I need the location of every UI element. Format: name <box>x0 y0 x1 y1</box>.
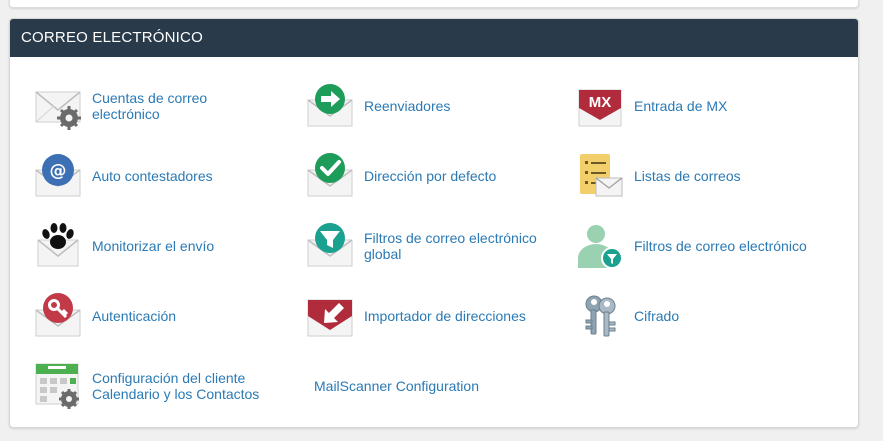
email-accounts-icon <box>35 91 81 130</box>
default-address-link[interactable]: Dirección por defecto <box>306 151 556 201</box>
track-delivery-icon <box>37 223 79 267</box>
calendar-contacts-icon <box>35 363 79 409</box>
calendar-contacts-link[interactable]: Configuración del cliente Calendario y l… <box>34 361 274 411</box>
address-importer-icon <box>307 299 353 337</box>
mx-entry-label: Entrada de MX <box>634 98 728 114</box>
email-filters-link[interactable]: Filtros de correo electrónico <box>576 221 846 271</box>
forwarders-link[interactable]: Reenviadores <box>306 81 556 131</box>
global-email-filters-icon <box>307 223 353 267</box>
global-email-filters-link[interactable]: Filtros de correo electrónico global <box>306 221 556 271</box>
address-importer-label: Importador de direcciones <box>364 308 526 324</box>
previous-panel-edge <box>9 0 859 8</box>
track-delivery-link[interactable]: Monitorizar el envío <box>34 221 274 271</box>
authentication-icon <box>35 293 81 337</box>
autoresponders-link[interactable]: @ Auto contestadores <box>34 151 274 201</box>
authentication-label: Autenticación <box>92 308 177 324</box>
mailscanner-configuration-link[interactable]: MailScanner Configuration <box>314 361 564 411</box>
forwarders-label: Reenviadores <box>364 98 451 114</box>
email-filters-label: Filtros de correo electrónico <box>634 238 807 254</box>
mailing-lists-link[interactable]: Listas de correos <box>576 151 846 201</box>
section-title: CORREO ELECTRÓNICO <box>10 19 858 57</box>
track-delivery-label: Monitorizar el envío <box>92 238 215 254</box>
autoresponders-label: Auto contestadores <box>92 168 213 184</box>
at-glyph: @ <box>50 161 67 181</box>
mx-entry-link[interactable]: MX Entrada de MX <box>576 81 846 131</box>
mailing-lists-icon <box>580 154 623 197</box>
calendar-contacts-label: Configuración del cliente Calendario y l… <box>92 370 260 402</box>
authentication-link[interactable]: Autenticación <box>34 291 274 341</box>
email-accounts-link[interactable]: Cuentas de correo electrónico <box>34 81 274 131</box>
forwarders-icon <box>307 84 353 127</box>
mailing-lists-label: Listas de correos <box>634 168 741 184</box>
autoresponders-icon: @ <box>35 154 81 197</box>
global-email-filters-label: Filtros de correo electrónico global <box>364 230 537 262</box>
address-importer-link[interactable]: Importador de direcciones <box>306 291 556 341</box>
mx-glyph: MX <box>589 94 612 111</box>
default-address-label: Dirección por defecto <box>364 168 497 184</box>
email-accounts-label: Cuentas de correo electrónico <box>92 90 208 122</box>
mailscanner-configuration-label: MailScanner Configuration <box>314 378 479 394</box>
email-filters-icon <box>578 225 623 269</box>
encryption-label: Cifrado <box>634 308 680 324</box>
default-address-icon <box>307 153 353 197</box>
encryption-icon <box>585 295 616 337</box>
mx-entry-icon: MX <box>578 89 622 127</box>
encryption-link[interactable]: Cifrado <box>576 291 846 341</box>
email-section-panel: CORREO ELECTRÓNICO Cuentas de correo ele… <box>9 18 859 428</box>
